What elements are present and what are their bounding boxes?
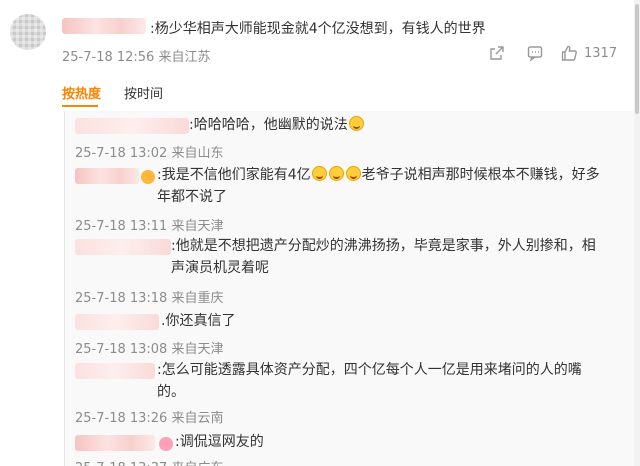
reply-meta: 25-7-18 13:02 来自山东 <box>75 146 224 161</box>
main-comment-text: :杨少华相声大师能现金就4个亿没想到，有钱人的世界 <box>150 21 486 37</box>
reply-list: :哈哈哈哈，他幽默的说法 25-7-18 13:02 来自山东 :我是不信他们家… <box>64 111 634 466</box>
reply-text: :我是不信他们家能有4亿 老爷子说相声那时候根本不赚钱，好多年都不说了 <box>157 166 600 205</box>
username-blurred[interactable] <box>62 18 146 34</box>
avatar[interactable] <box>10 14 46 50</box>
share-icon <box>490 46 504 60</box>
reply-username[interactable] <box>75 168 139 184</box>
reply-text: :怎么可能透露具体资产分配，四个亿每个人一亿是用来堵问的人的嘴的。 <box>157 362 582 400</box>
comment-actions: 1317 <box>480 44 640 64</box>
like-button[interactable]: 1317 <box>560 44 617 62</box>
cry-laugh-emoji-icon <box>328 166 344 181</box>
reply-meta: 25-7-18 13:18 来自重庆 <box>75 291 224 306</box>
reply-text: :哈哈哈哈，他幽默的说法 <box>189 114 365 136</box>
reply-meta: 25-7-18 13:37 来自广东 <box>75 457 223 466</box>
reply-meta: 25-7-18 13:26 来自云南 <box>75 411 224 426</box>
active-tab-indicator <box>62 105 98 107</box>
scrollbar-thumb[interactable] <box>635 4 639 114</box>
like-count: 1317 <box>584 45 618 61</box>
reply-meta: 25-7-18 13:11 来自天津 <box>75 219 224 234</box>
comment-button[interactable] <box>526 44 544 62</box>
like-icon <box>561 45 577 61</box>
tab-sort-hot[interactable]: 按热度 <box>62 83 101 102</box>
share-button[interactable] <box>488 44 506 62</box>
reply-username[interactable] <box>75 239 171 255</box>
reply-username[interactable] <box>75 118 189 134</box>
reply-username[interactable] <box>75 363 155 379</box>
badge-icon <box>141 170 155 184</box>
badge-icon <box>159 437 173 451</box>
cry-laugh-emoji-icon <box>311 166 327 181</box>
comment-icon <box>527 46 543 62</box>
reply-text: .你还真信了 <box>161 313 236 329</box>
cry-laugh-emoji-icon <box>345 166 361 181</box>
main-comment-meta: 25-7-18 12:56 来自江苏 <box>62 50 211 65</box>
reply-meta: 25-7-18 13:08 来自天津 <box>75 342 224 357</box>
reply-text: :调侃逗网友的 <box>175 434 264 450</box>
reply-username[interactable] <box>75 435 155 451</box>
reply-username[interactable] <box>75 314 159 330</box>
tab-sort-time[interactable]: 按时间 <box>124 83 163 102</box>
reply-text: :他就是不想把遗产分配炒的沸沸扬扬，毕竟是家事，外人别掺和，相声演员机灵着呢 <box>171 238 596 276</box>
laugh-emoji-icon <box>348 116 364 131</box>
scrollbar[interactable] <box>634 0 640 466</box>
